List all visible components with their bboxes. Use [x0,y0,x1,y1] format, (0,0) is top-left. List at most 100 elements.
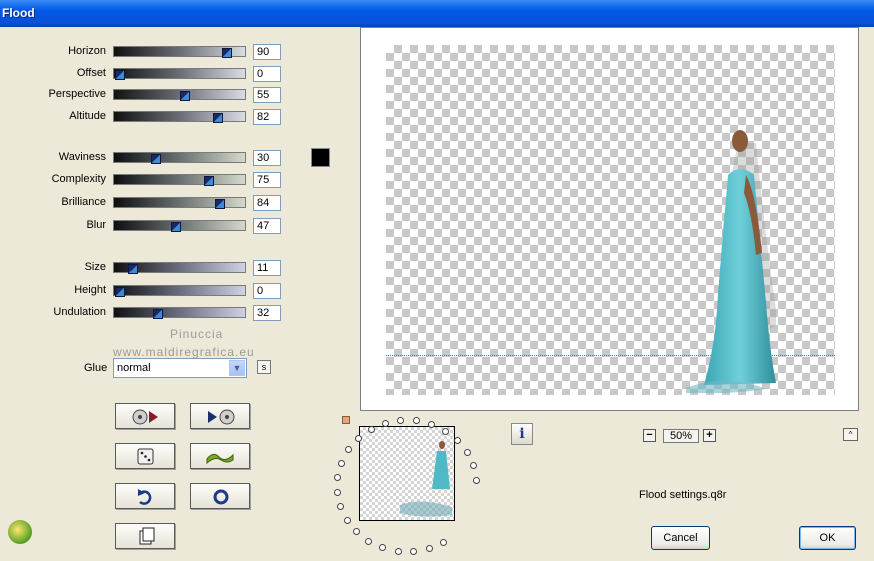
slider-track[interactable] [113,285,246,297]
wave-icon [206,453,234,465]
dial-dot[interactable] [470,462,478,470]
watermark-author: Pinuccia [170,327,224,341]
slider-value-input[interactable]: 47 [253,218,281,234]
dial-dot[interactable] [425,545,433,553]
dial-dot[interactable] [344,446,352,454]
collapse-button[interactable]: ^ [843,428,858,441]
woman-figure-image [686,130,776,393]
zoom-in-button[interactable]: + [703,429,716,442]
slider-track[interactable] [113,111,246,123]
dial-dot[interactable] [379,544,387,552]
dial-dot[interactable] [473,476,481,484]
slider-track[interactable] [113,262,246,274]
slider-label: Waviness [58,151,106,163]
preset-next-button[interactable] [190,403,250,429]
slider-value-input[interactable]: 30 [253,150,281,166]
dial-dot[interactable] [412,417,420,425]
slider-label: Perspective [48,88,106,100]
dial-dot[interactable] [394,547,402,555]
slider-value-input[interactable]: 84 [253,195,281,211]
slider-track[interactable] [113,174,246,186]
slider-value-input[interactable]: 0 [253,283,281,299]
slider-track[interactable] [113,197,246,209]
slider-thumb[interactable] [153,309,164,319]
dial-dot[interactable] [337,503,345,511]
dial-dot[interactable] [367,425,375,433]
dial-dot[interactable] [410,548,418,556]
slider-label: Blur [86,219,106,231]
dial-dot[interactable] [365,537,373,545]
slider-value-input[interactable]: 75 [253,172,281,188]
dial-dot[interactable] [381,419,389,427]
slider-thumb[interactable] [212,113,223,123]
slider-label: Height [74,284,106,296]
slider-value-input[interactable]: 90 [253,44,281,60]
dial-dot[interactable] [333,488,341,496]
slider-value-input[interactable]: 0 [253,66,281,82]
randomize-button[interactable] [115,443,175,469]
dial-dot[interactable] [343,516,351,524]
dial-dot[interactable] [428,420,436,428]
slider-row: Horizon 90 [0,44,290,60]
glue-select[interactable]: normal ▼ [113,358,247,378]
glue-reset-button[interactable]: s [257,360,271,374]
dial-dot[interactable] [334,473,342,481]
slider-value-input[interactable]: 82 [253,109,281,125]
slider-row: Size 11 [0,260,290,276]
wave-preview-button[interactable] [190,443,250,469]
slider-track[interactable] [113,220,246,232]
slider-label: Size [84,261,106,273]
dial-dot[interactable] [355,434,363,442]
slider-row: Offset 0 [0,66,290,82]
chevron-down-icon[interactable]: ▼ [229,360,245,376]
ok-button[interactable]: OK [799,526,856,550]
settings-file-name: Flood settings.q8r [639,489,727,501]
ring-icon [213,489,229,505]
slider-track[interactable] [113,46,246,58]
slider-value-input[interactable]: 55 [253,87,281,103]
preview-pane[interactable] [360,27,859,411]
slider-thumb[interactable] [115,70,125,80]
slider-value-input[interactable]: 11 [253,260,281,276]
slider-thumb[interactable] [204,176,215,186]
dial-dot[interactable] [442,427,450,435]
slider-thumb[interactable] [128,264,139,274]
slider-thumb[interactable] [214,199,225,209]
slider-track[interactable] [113,307,246,319]
reset-button[interactable] [190,483,250,509]
dial-dot[interactable] [463,448,471,456]
dial-dot[interactable] [337,459,345,467]
slider-thumb[interactable] [222,48,233,58]
slider-label: Undulation [53,306,106,318]
dial-dot[interactable] [397,416,405,424]
slider-row: Waviness 30 [0,150,290,166]
water-color-swatch[interactable] [311,148,330,167]
copy-button[interactable] [115,523,175,549]
info-button[interactable]: i [511,423,533,445]
slider-row: Height 0 [0,283,290,299]
zoom-out-button[interactable]: − [643,429,656,442]
slider-row: Perspective 55 [0,87,290,103]
slider-value-input[interactable]: 32 [253,305,281,321]
dial-dot[interactable] [440,538,448,546]
preset-previous-button[interactable] [115,403,175,429]
slider-track[interactable] [113,68,246,80]
window-titlebar: Flood [0,0,874,27]
dice-icon [137,448,154,465]
slider-row: Altitude 82 [0,109,290,125]
slider-thumb[interactable] [150,154,161,164]
slider-track[interactable] [113,89,246,101]
slider-thumb[interactable] [170,222,181,232]
undo-arrow-icon [138,489,152,505]
slider-thumb[interactable] [115,287,125,297]
zoom-level[interactable]: 50% [663,429,699,443]
navigator-thumbnail[interactable] [359,426,455,521]
slider-track[interactable] [113,152,246,164]
dial-dot[interactable] [353,528,361,536]
dial-dot[interactable] [454,437,462,445]
undo-button[interactable] [115,483,175,509]
app-logo-icon [8,520,32,544]
cancel-button[interactable]: Cancel [651,526,710,550]
slider-thumb[interactable] [180,91,191,101]
glue-label: Glue [84,362,108,374]
